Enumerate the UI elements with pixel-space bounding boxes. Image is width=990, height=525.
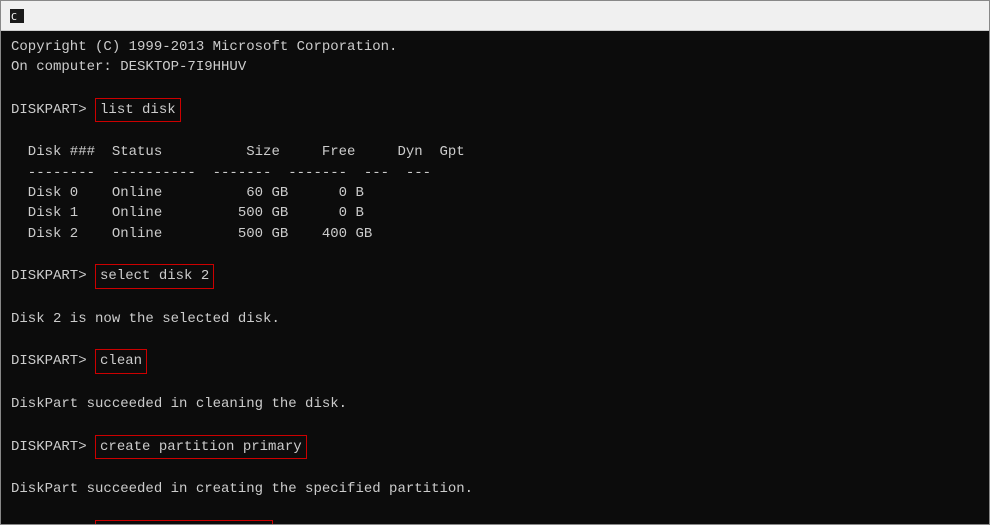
empty-line xyxy=(11,289,979,309)
diskpart-prompt: DISKPART> xyxy=(11,351,95,371)
command-text: clean xyxy=(95,349,147,373)
empty-line xyxy=(11,122,979,142)
empty-line xyxy=(11,329,979,349)
console-line: Disk 2 is now the selected disk. xyxy=(11,309,979,329)
console-line: Disk 1 Online 500 GB 0 B xyxy=(11,203,979,223)
close-button[interactable] xyxy=(935,5,981,27)
console-line: Disk ### Status Size Free Dyn Gpt xyxy=(11,142,979,162)
command-line: DISKPART> select disk 2 xyxy=(11,264,979,288)
console-output: Copyright (C) 1999-2013 Microsoft Corpor… xyxy=(1,31,989,524)
command-line: DISKPART> create partition primary xyxy=(11,435,979,459)
console-line: On computer: DESKTOP-7I9HHUV xyxy=(11,57,979,77)
console-line: Disk 2 Online 500 GB 400 GB xyxy=(11,224,979,244)
diskpart-prompt: DISKPART> xyxy=(11,522,95,524)
diskpart-prompt: DISKPART> xyxy=(11,100,95,120)
restore-button[interactable] xyxy=(887,5,933,27)
command-line: DISKPART> format fs=ntfs quick xyxy=(11,520,979,524)
console-line: Disk 0 Online 60 GB 0 B xyxy=(11,183,979,203)
command-text: list disk xyxy=(95,98,181,122)
app-icon: C xyxy=(9,8,25,24)
command-text: format fs=ntfs quick xyxy=(95,520,273,524)
command-line: DISKPART> list disk xyxy=(11,98,979,122)
command-text: create partition primary xyxy=(95,435,307,459)
console-line: DiskPart succeeded in creating the speci… xyxy=(11,479,979,499)
console-line: Copyright (C) 1999-2013 Microsoft Corpor… xyxy=(11,37,979,57)
empty-line xyxy=(11,414,979,434)
empty-line xyxy=(11,500,979,520)
empty-line xyxy=(11,244,979,264)
console-line: -------- ---------- ------- ------- --- … xyxy=(11,163,979,183)
command-text: select disk 2 xyxy=(95,264,214,288)
svg-text:C: C xyxy=(11,12,17,23)
empty-line xyxy=(11,78,979,98)
empty-line xyxy=(11,459,979,479)
title-bar-buttons xyxy=(839,5,981,27)
diskpart-prompt: DISKPART> xyxy=(11,266,95,286)
empty-line xyxy=(11,374,979,394)
command-line: DISKPART> clean xyxy=(11,349,979,373)
console-line: DiskPart succeeded in cleaning the disk. xyxy=(11,394,979,414)
diskpart-prompt: DISKPART> xyxy=(11,437,95,457)
minimize-button[interactable] xyxy=(839,5,885,27)
window: C Copyright (C) 1999-2013 Microsoft Corp… xyxy=(0,0,990,525)
title-bar: C xyxy=(1,1,989,31)
